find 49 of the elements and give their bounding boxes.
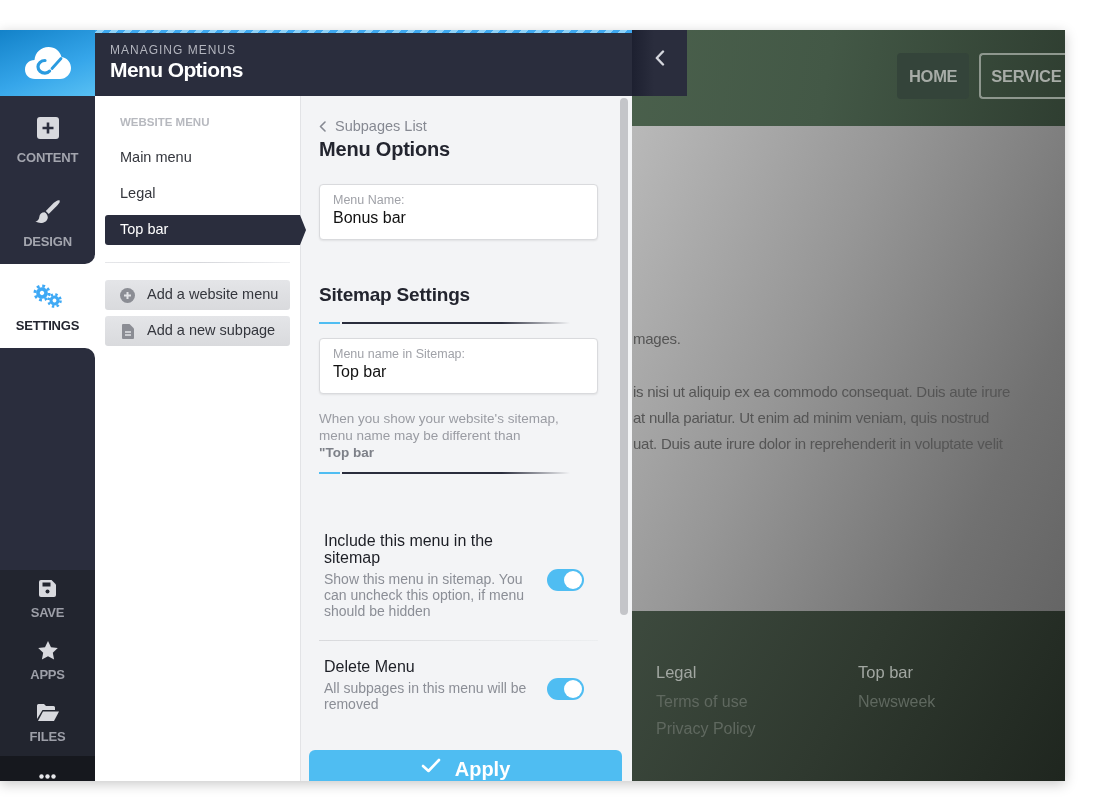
plus-square-icon — [36, 117, 59, 139]
menu-list-item[interactable]: Top bar — [105, 215, 306, 245]
plus-circle-icon — [120, 287, 135, 303]
more-icon — [39, 774, 56, 779]
chevron-left-icon — [319, 120, 326, 132]
star-icon — [37, 641, 58, 660]
site-nav-button[interactable]: SERVICE — [979, 53, 1065, 99]
panel-title: Menu Options — [319, 137, 450, 161]
field-label: Menu Name: — [333, 193, 405, 208]
back-link[interactable]: Subpages List — [319, 118, 427, 134]
body-text: mages. — [633, 329, 681, 349]
gears-icon — [32, 283, 63, 309]
action-button[interactable]: Add a website menu — [105, 280, 290, 310]
toggle-switch[interactable] — [547, 568, 584, 591]
option-title: Delete Menu — [324, 658, 416, 675]
help-text: When you show your website's sitemap, menu name may be different than "Top bar — [319, 410, 560, 461]
more-button[interactable] — [39, 774, 56, 779]
collapse-button[interactable] — [632, 30, 687, 96]
input-field[interactable]: Bonus bar — [333, 208, 584, 228]
document-icon — [121, 323, 134, 339]
section-title: Sitemap Settings — [319, 283, 470, 307]
cloud-logo-icon — [23, 46, 72, 80]
sidebar-tab[interactable]: DESIGN — [0, 180, 95, 264]
footer-heading: Top bar — [858, 662, 914, 683]
scrollbar-thumb[interactable] — [620, 98, 628, 615]
brush-icon — [35, 200, 60, 224]
check-icon — [420, 758, 441, 773]
menu-list-item[interactable]: Legal — [105, 179, 306, 209]
toolbar-button[interactable]: SAVE — [0, 570, 95, 632]
input-box[interactable]: Menu name in Sitemap: Top bar — [319, 338, 598, 394]
option-title: Include this menu in the sitemap — [324, 532, 494, 566]
section-heading: WEBSITE MENU — [120, 115, 210, 130]
action-button[interactable]: Add a new subpage — [105, 316, 290, 346]
field-label: Menu name in Sitemap: — [333, 347, 465, 362]
toolbar-button[interactable]: APPS — [0, 632, 95, 694]
header-eyebrow: MANAGING MENUS — [110, 43, 236, 57]
toggle-switch[interactable] — [547, 678, 584, 700]
input-field[interactable]: Top bar — [333, 362, 584, 382]
input-box[interactable]: Menu Name: Bonus bar — [319, 184, 598, 240]
chevron-left-icon — [654, 50, 665, 66]
header-title: Menu Options — [110, 57, 243, 83]
toolbar-button[interactable]: FILES — [0, 694, 95, 756]
sidebar-tab[interactable]: CONTENT — [0, 96, 95, 180]
site-nav-button[interactable]: HOME — [897, 53, 970, 99]
footer-heading: Legal — [656, 662, 697, 683]
option-description: Show this menu in sitemap. You can uncheck this option, if menu should be hidden — [324, 571, 525, 619]
menu-list-item[interactable]: Main menu — [105, 143, 306, 173]
folder-icon — [36, 704, 59, 721]
option-description: All subpages in this menu will be removed — [324, 680, 528, 712]
